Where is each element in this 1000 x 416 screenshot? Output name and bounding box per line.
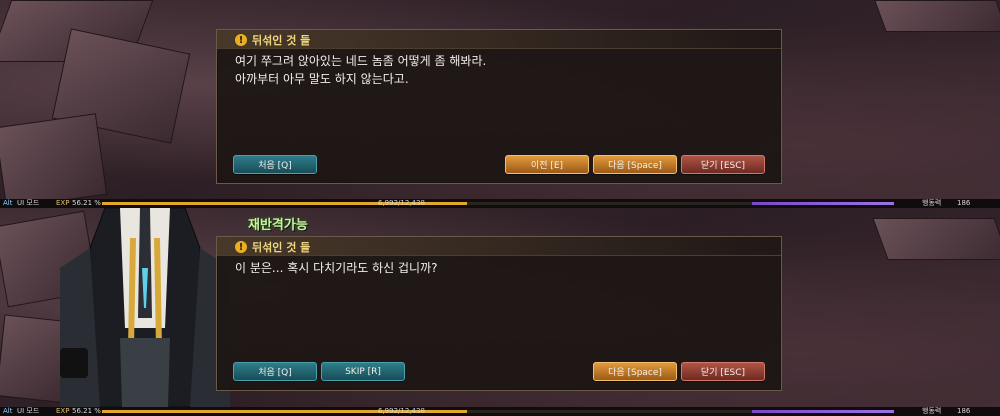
mode-key: Alt <box>3 199 13 207</box>
exclamation-icon: ! <box>235 34 247 46</box>
counter-attack-label: 재반격가능 <box>248 218 308 233</box>
exclamation-icon: ! <box>235 241 247 253</box>
ap-label: 행동력 <box>922 407 942 415</box>
first-button[interactable]: 처음 [Q] <box>233 155 317 174</box>
exp-values: 6,992/12,438 <box>378 407 425 415</box>
exp-percent: 56.21 % <box>72 199 101 207</box>
speaker-header: ! 뒤섞인 것 들 <box>235 32 310 48</box>
first-button[interactable]: 처음 [Q] <box>233 362 317 381</box>
rock-formation <box>872 218 1000 260</box>
mode-key: Alt <box>3 407 13 415</box>
dialog-line: 이 분은... 혹시 다치기라도 하신 겁니까? <box>235 261 438 275</box>
mode-label[interactable]: UI 모드 <box>17 199 39 208</box>
speaker-name: 뒤섞인 것 들 <box>252 241 311 254</box>
next-button[interactable]: 다음 [Space] <box>593 155 677 174</box>
dialog-line: 여기 쭈그려 앉아있는 네드 놈좀 어떻게 좀 해봐라. <box>235 54 487 68</box>
rock-formation <box>0 113 108 208</box>
character-portrait <box>60 207 230 408</box>
exp-label: EXP <box>56 407 70 415</box>
exp-values: 6,992/12,438 <box>378 199 425 207</box>
rock-formation <box>874 0 1000 32</box>
exp-label: EXP <box>56 199 70 207</box>
ap-value: 186 <box>957 407 971 415</box>
dialog-line: 아까부터 아무 말도 하지 않는다고. <box>235 72 409 86</box>
next-button[interactable]: 다음 [Space] <box>593 362 677 381</box>
exp-percent: 56.21 % <box>72 407 101 415</box>
close-button[interactable]: 닫기 [ESC] <box>681 362 765 381</box>
ap-bar <box>752 202 894 205</box>
ap-label: 행동력 <box>922 199 942 207</box>
mode-label[interactable]: UI 모드 <box>17 407 39 416</box>
speaker-name: 뒤섞인 것 들 <box>252 34 311 47</box>
hud-bar: Alt UI 모드 EXP 56.21 % 6,992/12,438 행동력 1… <box>0 199 1000 208</box>
speaker-header: ! 뒤섞인 것 들 <box>235 239 310 255</box>
exp-bar <box>102 202 752 205</box>
hud-bar: Alt UI 모드 EXP 56.21 % 6,992/12,438 행동력 1… <box>0 407 1000 416</box>
ap-value: 186 <box>957 199 971 207</box>
exp-bar <box>102 410 752 413</box>
dialog-box: ! 뒤섞인 것 들 이 분은... 혹시 다치기라도 하신 겁니까? 처음 [Q… <box>216 236 782 391</box>
skip-button[interactable]: SKIP [R] <box>321 362 405 381</box>
ap-bar <box>752 410 894 413</box>
dialog-box: ! 뒤섞인 것 들 여기 쭈그려 앉아있는 네드 놈좀 어떻게 좀 해봐라. 아… <box>216 29 782 184</box>
prev-button[interactable]: 이전 [E] <box>505 155 589 174</box>
close-button[interactable]: 닫기 [ESC] <box>681 155 765 174</box>
